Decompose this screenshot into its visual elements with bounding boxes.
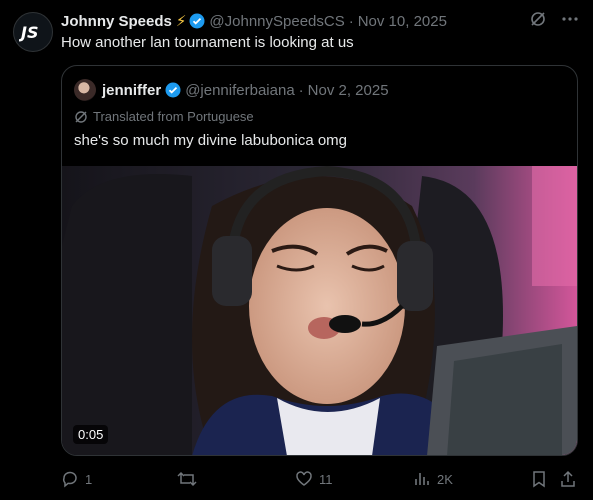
quote-author-name[interactable]: jenniffer xyxy=(102,82,161,99)
action-bar: 1 11 2K xyxy=(61,468,579,490)
author-name[interactable]: Johnny Speeds xyxy=(61,13,172,30)
share-icon xyxy=(561,470,575,487)
separator: · xyxy=(348,12,354,30)
quoted-tweet[interactable]: jenniffer @jenniferbaiana · Nov 2, 2025 … xyxy=(61,65,578,456)
tweet-date[interactable]: Nov 10, 2025 xyxy=(358,13,447,30)
tweet-text: How another lan tournament is looking at… xyxy=(61,34,354,51)
views-count: 2K xyxy=(437,471,453,487)
translation-note: Translated from Portuguese xyxy=(74,109,254,124)
quote-author-avatar[interactable] xyxy=(74,79,96,101)
tweet-header: Johnny Speeds ⚡ @JohnnySpeedsCS · Nov 10… xyxy=(61,11,579,31)
quote-header: jenniffer @jenniferbaiana · Nov 2, 2025 xyxy=(74,79,389,101)
video-thumbnail xyxy=(62,166,577,455)
author-avatar[interactable]: JS xyxy=(13,12,53,52)
separator: · xyxy=(298,81,304,99)
repost-button[interactable] xyxy=(177,468,203,490)
more-options-icon[interactable] xyxy=(561,10,579,32)
svg-text:JS: JS xyxy=(19,23,38,42)
views-icon xyxy=(415,473,429,485)
repost-icon xyxy=(177,471,197,487)
quote-author-handle[interactable]: @jenniferbaiana xyxy=(185,82,294,99)
reply-count: 1 xyxy=(85,471,93,487)
heart-icon xyxy=(296,471,312,486)
share-button[interactable] xyxy=(559,468,577,490)
verified-badge-icon xyxy=(189,13,205,29)
views-button[interactable]: 2K xyxy=(413,468,453,490)
like-count: 11 xyxy=(319,471,333,487)
lightning-emoji: ⚡ xyxy=(175,13,187,30)
bookmark-icon xyxy=(533,471,545,488)
video-duration: 0:05 xyxy=(73,425,109,444)
bookmark-button[interactable] xyxy=(531,468,547,490)
reply-icon xyxy=(63,471,77,488)
translated-label: Translated from Portuguese xyxy=(93,109,254,124)
grok-icon[interactable] xyxy=(529,10,547,32)
video-player[interactable]: 0:05 xyxy=(62,166,577,455)
js-logo-icon: JS xyxy=(19,23,38,42)
translate-icon xyxy=(75,110,87,123)
verified-badge-icon xyxy=(165,82,181,98)
quote-date[interactable]: Nov 2, 2025 xyxy=(308,82,389,99)
reply-button[interactable]: 1 xyxy=(61,468,92,490)
quote-text: she's so much my divine labubonica omg xyxy=(74,132,348,149)
author-handle[interactable]: @JohnnySpeedsCS xyxy=(209,13,344,30)
like-button[interactable]: 11 xyxy=(295,468,333,490)
